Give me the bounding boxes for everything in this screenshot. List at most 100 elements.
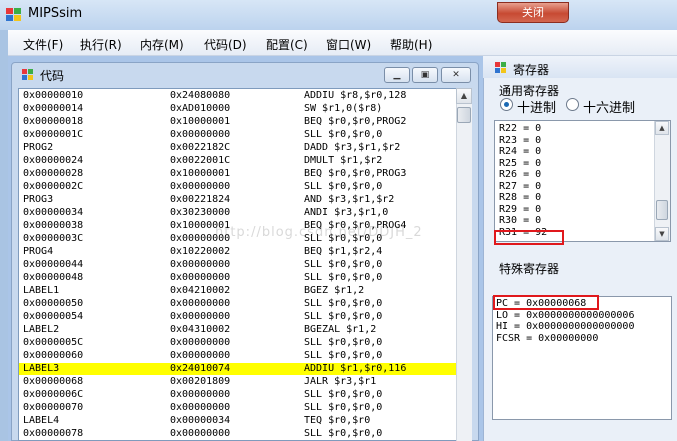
code-row[interactable]: 0x00000070 0x00000000 SLL $r0,$r0,0 [19, 402, 457, 414]
code-row-asm: SLL $r0,$r0,0 [304, 259, 383, 270]
menu-memory[interactable]: 内存(M) [140, 36, 184, 53]
menu-window[interactable]: 窗口(W) [326, 36, 371, 53]
code-row-label: 0x00000060 [23, 350, 84, 361]
code-row[interactable]: LABEL3 0x24010074 ADDIU $r1,$r0,116 [19, 363, 457, 375]
radio-decimal[interactable] [500, 98, 513, 111]
code-row-code: 0x0022001C [170, 155, 231, 166]
code-row[interactable]: 0x00000010 0x24080080 ADDIU $r8,$r0,128 [19, 90, 457, 102]
watermark: http://blog.csdn.net/DDJH_2 [215, 225, 423, 240]
code-row-label: 0x00000078 [23, 428, 84, 439]
code-row[interactable]: PROG4 0x10220002 BEQ $r1,$r2,4 [19, 246, 457, 258]
code-row-label: 0x00000028 [23, 168, 84, 179]
code-row[interactable]: 0x0000006C 0x00000000 SLL $r0,$r0,0 [19, 389, 457, 401]
code-row-asm: SLL $r0,$r0,0 [304, 350, 383, 361]
code-row[interactable]: LABEL4 0x00000034 TEQ $r0,$r0 [19, 415, 457, 427]
code-row-label: 0x0000006C [23, 389, 84, 400]
code-minimize-button[interactable]: ▁ [384, 67, 410, 83]
code-row-label: 0x00000024 [23, 155, 84, 166]
code-row-label: 0x00000054 [23, 311, 84, 322]
code-row[interactable]: 0x0000005C 0x00000000 SLL $r0,$r0,0 [19, 337, 457, 349]
registers-scroll-thumb[interactable] [656, 200, 668, 220]
code-row-label: PROG3 [23, 194, 54, 205]
code-row-code: 0x00000000 [170, 129, 231, 140]
code-row[interactable]: PROG3 0x00221824 AND $r3,$r1,$r2 [19, 194, 457, 206]
register-row: R22 = 0 [499, 123, 542, 134]
code-row-label: 0x00000038 [23, 220, 84, 231]
code-listing[interactable]: 0x00000010 0x24080080 ADDIU $r8,$r0,128 0x0… [18, 88, 458, 441]
code-row-asm: BGEZ $r1,2 [304, 285, 365, 296]
code-row-code: 0x00000034 [170, 415, 231, 426]
code-row-asm: SW $r1,0($r8) [304, 103, 383, 114]
register-row: R26 = 0 [499, 169, 542, 180]
code-scrollbar[interactable] [456, 88, 472, 441]
code-row-code: 0x00000000 [170, 389, 231, 400]
radio-hex[interactable] [566, 98, 579, 111]
code-row-asm: SLL $r0,$r0,0 [304, 129, 383, 140]
code-row-label: 0x00000014 [23, 103, 84, 114]
window-titlebar [0, 0, 677, 30]
code-row[interactable]: 0x00000048 0x00000000 SLL $r0,$r0,0 [19, 272, 457, 284]
menu-help[interactable]: 帮助(H) [390, 36, 432, 53]
code-row[interactable]: 0x00000078 0x00000000 SLL $r0,$r0,0 [19, 428, 457, 440]
code-row-code: 0x10220002 [170, 246, 231, 257]
code-row-asm: AND $r3,$r1,$r2 [304, 194, 395, 205]
code-row[interactable]: 0x0000001C 0x00000000 SLL $r0,$r0,0 [19, 129, 457, 141]
special-register-row: LO = 0x0000000000000006 [496, 309, 635, 321]
code-row[interactable]: 0x00000050 0x00000000 SLL $r0,$r0,0 [19, 298, 457, 310]
r31-highlight-box [494, 230, 564, 245]
code-row-asm: ADDIU $r1,$r0,116 [304, 363, 407, 374]
code-row-code: 0x00221824 [170, 194, 231, 205]
code-row[interactable]: 0x00000018 0x10000001 BEQ $r0,$r0,PROG2 [19, 116, 457, 128]
menu-code[interactable]: 代码(D) [204, 36, 247, 53]
code-row[interactable]: 0x00000024 0x0022001C DMULT $r1,$r2 [19, 155, 457, 167]
menu-run[interactable]: 执行(R) [80, 36, 122, 53]
radio-hex-label[interactable]: 十六进制 [583, 97, 635, 116]
code-row-code: 0x00000000 [170, 428, 231, 439]
code-row-code: 0x04210002 [170, 285, 231, 296]
menu-config[interactable]: 配置(C) [266, 36, 308, 53]
code-row-code: 0x10000001 [170, 116, 231, 127]
registers-scroll-down-button[interactable]: ▼ [655, 227, 669, 241]
code-row[interactable]: 0x00000014 0xAD010000 SW $r1,0($r8) [19, 103, 457, 115]
code-row-label: PROG2 [23, 142, 54, 153]
code-row[interactable]: 0x00000060 0x00000000 SLL $r0,$r0,0 [19, 350, 457, 362]
code-row[interactable]: 0x00000028 0x10000001 BEQ $r0,$r0,PROG3 [19, 168, 457, 180]
pc-highlight-box [493, 295, 599, 310]
code-row[interactable]: 0x00000068 0x00201809 JALR $r3,$r1 [19, 376, 457, 388]
code-maximize-button[interactable]: ▣ [412, 67, 438, 83]
code-row-code: 0x0022182C [170, 142, 231, 153]
special-registers-list[interactable]: PC = 0x00000068 LO = 0x0000000000000006 HI… [492, 296, 672, 420]
register-row: R27 = 0 [499, 180, 542, 192]
maximize-icon: ▣ [420, 70, 430, 80]
code-scroll-up-button[interactable]: ▲ [456, 88, 472, 104]
code-row-code: 0x10000001 [170, 168, 231, 179]
special-register-row: HI = 0x0000000000000000 [496, 321, 635, 332]
code-row[interactable]: LABEL2 0x04310002 BGEZAL $r1,2 [19, 324, 457, 336]
code-row-asm: BEQ $r0,$r0,PROG3 [304, 168, 407, 179]
code-row-code: 0x00000000 [170, 181, 231, 192]
window-close-button[interactable]: 关闭 [497, 2, 569, 23]
code-row[interactable]: PROG2 0x0022182C DADD $r3,$r1,$r2 [19, 142, 457, 154]
general-registers-list[interactable]: R22 = 0 R23 = 0 R24 = 0 R25 = 0 R26 = 0 R27 =… [494, 120, 671, 242]
radio-decimal-label[interactable]: 十进制 [517, 97, 556, 116]
special-register-row: FCSR = 0x00000000 [496, 332, 599, 344]
code-row-code: 0x00000000 [170, 350, 231, 361]
code-row-code: 0xAD010000 [170, 103, 231, 114]
code-row[interactable]: LABEL1 0x04210002 BGEZ $r1,2 [19, 285, 457, 297]
code-window-title: 代码 [40, 69, 65, 83]
registers-scrollbar[interactable] [654, 121, 670, 241]
code-row[interactable]: 0x00000054 0x00000000 SLL $r0,$r0,0 [19, 311, 457, 323]
code-row[interactable]: 0x00000044 0x00000000 SLL $r0,$r0,0 [19, 259, 457, 271]
code-row-label: 0x00000034 [23, 207, 84, 218]
code-row[interactable]: 0x0000002C 0x00000000 SLL $r0,$r0,0 [19, 181, 457, 193]
register-row: R29 = 0 [499, 203, 542, 215]
menu-file[interactable]: 文件(F) [23, 36, 63, 53]
menu-bar: 文件(F) 执行(R) 内存(M) 代码(D) 配置(C) 窗口(W) 帮助(H… [8, 30, 677, 56]
registers-scroll-up-button[interactable]: ▲ [655, 121, 669, 135]
code-close-button[interactable]: ✕ [441, 67, 471, 83]
code-row-code: 0x30230000 [170, 207, 231, 218]
register-row: R23 = 0 [499, 134, 542, 146]
code-row-label: 0x00000070 [23, 402, 84, 413]
code-scroll-thumb[interactable] [457, 107, 471, 123]
code-row[interactable]: 0x00000034 0x30230000 ANDI $r3,$r1,0 [19, 207, 457, 219]
